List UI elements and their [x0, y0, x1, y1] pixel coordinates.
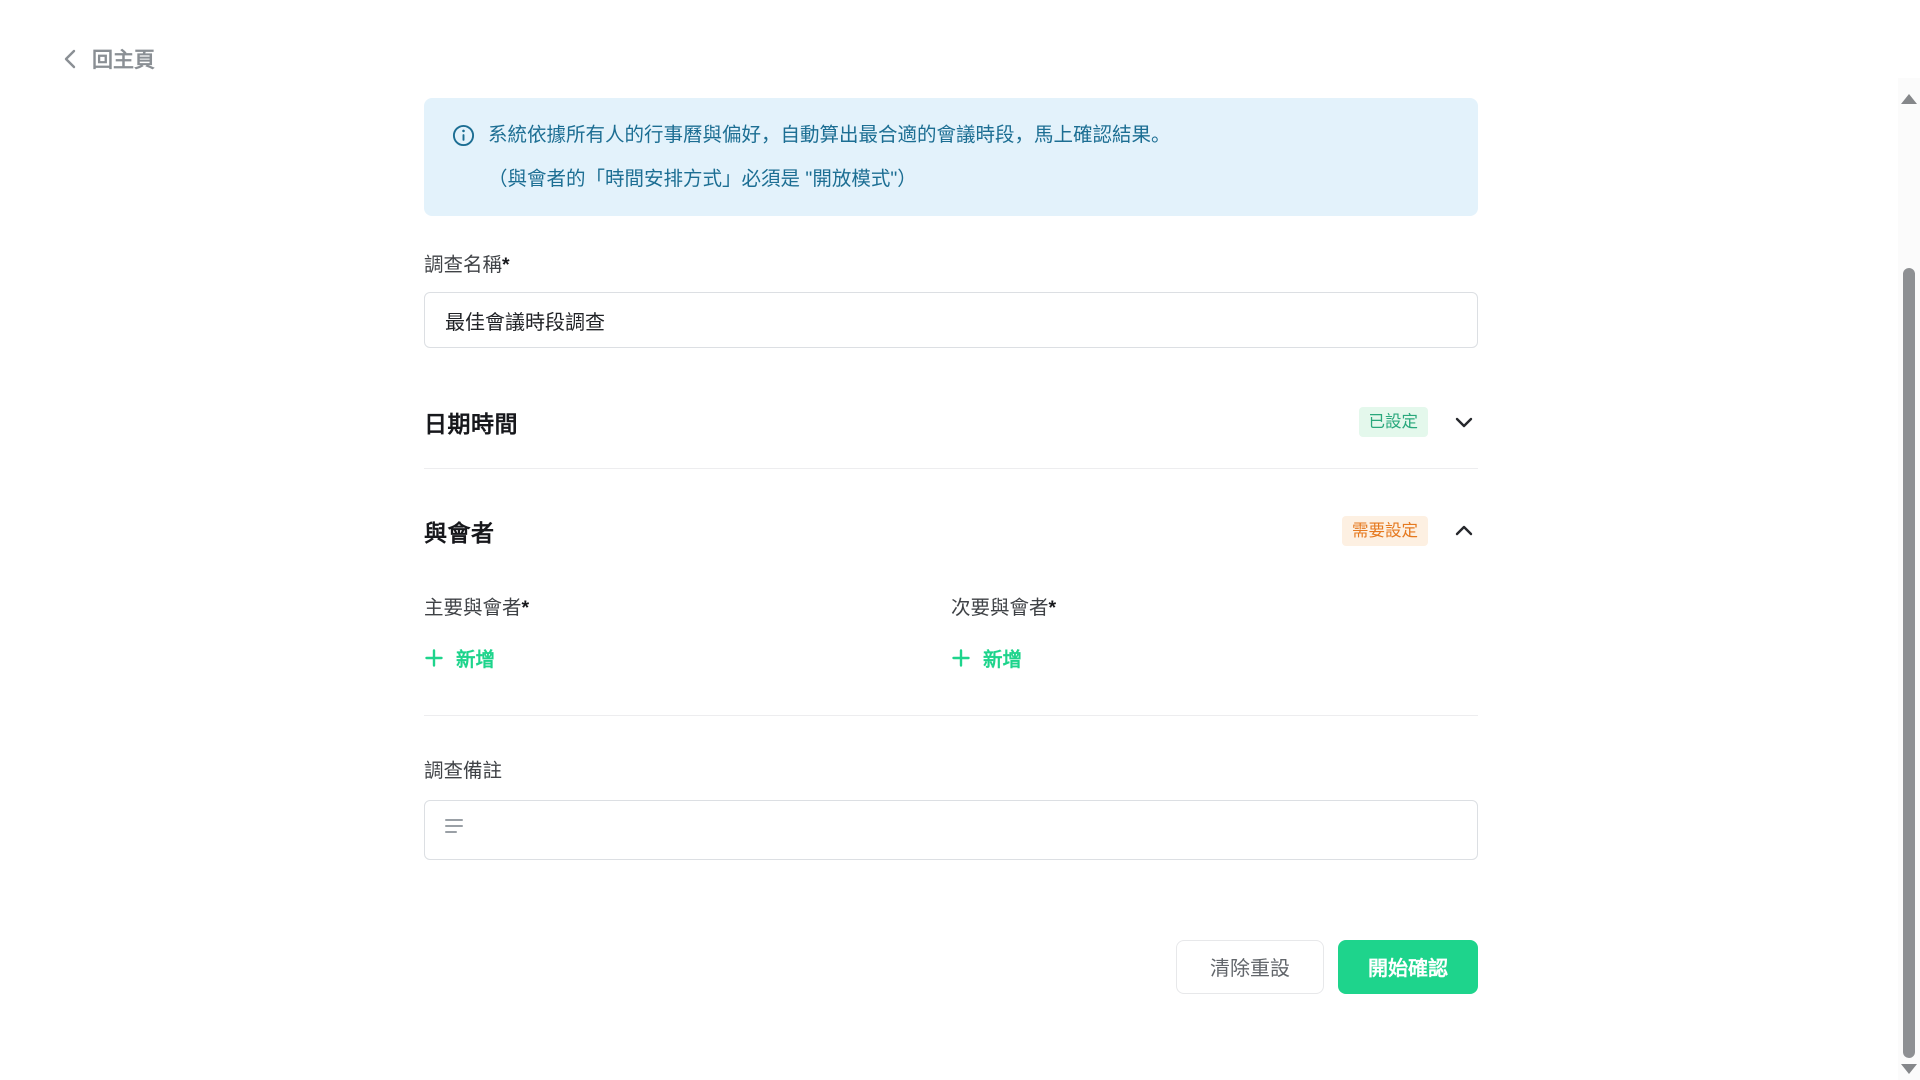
- scroll-down-arrow-icon[interactable]: [1901, 1064, 1917, 1074]
- scroll-up-arrow-icon[interactable]: [1901, 94, 1917, 104]
- add-secondary-attendee-button[interactable]: 新增: [951, 643, 1022, 672]
- attendees-collapse-toggle[interactable]: [1450, 517, 1478, 545]
- datetime-section-title: 日期時間: [424, 405, 518, 439]
- vertical-scrollbar[interactable]: [1898, 78, 1920, 1080]
- reset-button[interactable]: 清除重設: [1176, 940, 1324, 994]
- primary-attendee-label: 主要與會者*: [424, 595, 951, 621]
- scrollbar-thumb[interactable]: [1903, 268, 1915, 1058]
- chevron-down-icon: [1452, 410, 1476, 434]
- attendees-status-badge: 需要設定: [1342, 516, 1428, 547]
- notes-textarea[interactable]: [424, 800, 1478, 860]
- attendees-section-title: 與會者: [424, 514, 495, 548]
- plus-icon: [951, 648, 971, 668]
- back-to-home-link[interactable]: 回主頁: [62, 44, 155, 74]
- form-actions: 清除重設 開始確認: [424, 940, 1478, 994]
- text-lines-icon: [443, 817, 465, 835]
- divider: [424, 468, 1478, 469]
- survey-form: 系統依據所有人的行事曆與偏好，自動算出最合適的會議時段，馬上確認結果。 （與會者…: [424, 98, 1478, 994]
- confirm-button[interactable]: 開始確認: [1338, 940, 1478, 994]
- datetime-collapse-toggle[interactable]: [1450, 408, 1478, 436]
- required-asterisk: *: [522, 597, 530, 619]
- section-datetime[interactable]: 日期時間 已設定: [424, 400, 1478, 444]
- chevron-left-icon: [62, 48, 78, 70]
- banner-text-line1: 系統依據所有人的行事曆與偏好，自動算出最合適的會議時段，馬上確認結果。: [488, 113, 1171, 157]
- secondary-attendee-label: 次要與會者*: [951, 595, 1478, 621]
- add-primary-attendee-button[interactable]: 新增: [424, 643, 495, 672]
- divider: [424, 715, 1478, 716]
- secondary-attendee-column: 次要與會者* 新增: [951, 595, 1478, 673]
- info-banner: 系統依據所有人的行事曆與偏好，自動算出最合適的會議時段，馬上確認結果。 （與會者…: [424, 98, 1478, 216]
- back-link-label: 回主頁: [92, 44, 155, 74]
- primary-attendee-column: 主要與會者* 新增: [424, 595, 951, 673]
- notes-label: 調查備註: [424, 758, 1478, 784]
- datetime-status-badge: 已設定: [1359, 407, 1429, 438]
- plus-icon: [424, 648, 444, 668]
- chevron-up-icon: [1452, 519, 1476, 543]
- add-button-label: 新增: [456, 643, 495, 672]
- section-attendees[interactable]: 與會者 需要設定: [424, 509, 1478, 553]
- required-asterisk: *: [502, 254, 510, 276]
- attendee-columns: 主要與會者* 新增 次要與會者*: [424, 595, 1478, 673]
- required-asterisk: *: [1049, 597, 1057, 619]
- add-button-label: 新增: [983, 643, 1022, 672]
- survey-name-input[interactable]: [424, 292, 1478, 348]
- survey-name-label: 調查名稱*: [424, 252, 1478, 278]
- info-icon: [452, 124, 475, 147]
- banner-text-line2: （與會者的「時間安排方式」必須是 "開放模式"）: [452, 157, 1448, 201]
